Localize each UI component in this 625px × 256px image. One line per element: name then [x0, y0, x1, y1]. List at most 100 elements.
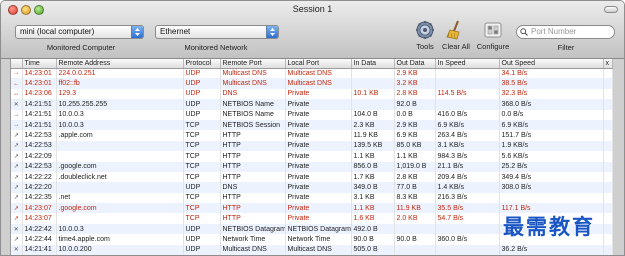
gear-icon	[416, 21, 434, 39]
protocol-cell: UDP	[183, 78, 221, 89]
remote-address-cell: 10.0.0.200	[56, 244, 184, 255]
in-data-cell: 1.1 KB	[351, 203, 395, 214]
remote-port-cell: Multicast DNS	[220, 244, 286, 255]
column-header[interactable]: Time	[22, 59, 57, 69]
protocol-cell: TCP	[183, 130, 221, 141]
direction-icon: ↗	[11, 192, 23, 204]
remote-port-cell: HTTP	[220, 213, 286, 224]
clear-all-button[interactable]: Clear All	[439, 20, 473, 51]
in-speed-cell: 416.0 B/s	[435, 109, 500, 120]
remote-port-cell: DNS	[220, 182, 286, 193]
port-search-placeholder: Port Number	[531, 27, 577, 36]
table-row[interactable]: ↗ 14:22:35 .net TCP HTTP Private 3.1 KB 8.3 KB 2…	[11, 192, 613, 204]
protocol-cell: TCP	[183, 213, 221, 224]
local-port-cell: Private	[285, 140, 352, 152]
tools-label: Tools	[416, 42, 434, 51]
column-header[interactable]: In Data	[351, 59, 395, 69]
close-column-header[interactable]: x	[603, 59, 613, 69]
out-data-cell: 85.0 KB	[394, 140, 436, 152]
in-speed-cell: 1.4 KB/s	[435, 182, 500, 193]
local-port-cell: Private	[285, 119, 352, 131]
direction-icon: ↗	[11, 151, 23, 162]
in-speed-cell	[435, 68, 500, 79]
local-port-cell: Private	[285, 161, 352, 172]
row-spacer	[603, 140, 613, 152]
table-row[interactable]: ↗ 14:22:09 TCP HTTP Private 1.1 KB 1.1 KB 984.3…	[11, 151, 613, 162]
time-cell: 14:23:07	[22, 203, 57, 214]
protocol-cell: TCP	[183, 119, 221, 131]
out-data-cell: 1,019.0 B	[394, 161, 436, 172]
in-data-cell: 3.1 KB	[351, 192, 395, 204]
out-data-cell	[394, 223, 436, 235]
in-speed-cell: 984.3 B/s	[435, 151, 500, 162]
table-row[interactable]: → 14:23:01 224.0.0.251 UDP Multicast DNS Mult…	[11, 68, 613, 79]
computer-label: Monitored Computer	[46, 43, 116, 52]
out-data-cell: 8.3 KB	[394, 192, 436, 204]
out-speed-cell: 25.2 B/s	[499, 161, 604, 172]
table-row[interactable]: ↗ 14:22:53 .google.com TCP HTTP Private 856.0 …	[11, 161, 613, 172]
in-data-cell: 90.0 B	[351, 234, 395, 245]
table-row[interactable]: ↔ 14:23:06 129.3 UDP DNS Private 10.1 KB 2.8 KB…	[11, 88, 613, 100]
remote-port-cell: DNS	[220, 88, 286, 100]
column-header[interactable]: Remote Port	[220, 59, 286, 69]
protocol-cell: TCP	[183, 151, 221, 162]
remote-address-cell: .net	[56, 192, 184, 204]
protocol-cell: TCP	[183, 140, 221, 152]
table-header: Time Remote Address Protocol Remote Port Loc…	[11, 59, 613, 69]
in-data-cell	[351, 99, 395, 110]
column-header[interactable]: Remote Address	[56, 59, 184, 69]
watermark-text: 最需教育	[503, 214, 595, 239]
out-speed-cell: 0.0 B/s	[499, 109, 604, 120]
remote-address-cell: 129.3	[56, 88, 184, 100]
row-spacer	[603, 88, 613, 100]
time-cell: 14:22:35	[22, 192, 57, 204]
computer-select[interactable]: mini (local computer)	[15, 25, 144, 39]
table-row[interactable]: ↗ 14:22:22 .doubleclick.net TCP HTTP Private 1…	[11, 171, 613, 183]
column-header[interactable]: Protocol	[183, 59, 221, 69]
toolbar-toggle-button[interactable]	[604, 6, 618, 13]
table-row[interactable]: → 14:21:51 10.0.0.3 UDP NETBIOS Name Private 1…	[11, 109, 613, 120]
column-header[interactable]: Local Port	[285, 59, 352, 69]
interface-select[interactable]: Ethernet	[155, 25, 279, 39]
port-search-input[interactable]: Port Number	[516, 25, 615, 39]
in-speed-cell: 360.0 B/s	[435, 234, 500, 245]
time-cell: 14:23:07	[22, 213, 57, 224]
out-speed-cell: 38.5 B/s	[499, 78, 604, 89]
table-row[interactable]: → 14:21:51 10.0.0.3 TCP NETBIOS Session Priva…	[11, 119, 613, 131]
column-header[interactable]: Out Data	[394, 59, 436, 69]
local-port-cell: Private	[285, 171, 352, 183]
table-row[interactable]: ↗ 14:22:20 UDP DNS Private 349.0 B 77.0 B 1.4 K…	[11, 182, 613, 193]
in-data-cell: 1.7 KB	[351, 171, 395, 183]
remote-port-cell: HTTP	[220, 192, 286, 204]
time-cell: 14:21:51	[22, 99, 57, 110]
direction-column-header[interactable]	[11, 59, 23, 69]
table-row[interactable]: ✕ 14:21:51 10.255.255.255 UDP NETBIOS Name Pr…	[11, 99, 613, 110]
in-data-cell: 1.6 KB	[351, 213, 395, 224]
in-speed-cell: 35.5 B/s	[435, 203, 500, 214]
out-data-cell: 2.9 KB	[394, 68, 436, 79]
tools-button[interactable]: Tools	[408, 20, 442, 51]
local-port-cell: Private	[285, 182, 352, 193]
remote-address-cell	[56, 140, 184, 152]
direction-icon: ↗	[11, 213, 23, 224]
remote-port-cell: HTTP	[220, 161, 286, 172]
remote-address-cell	[56, 213, 184, 224]
protocol-cell: TCP	[183, 203, 221, 214]
table-row[interactable]: ← 14:23:01 ff02::fb UDP Multicast DNS Multica…	[11, 78, 613, 89]
table-row[interactable]: ✕ 14:21:41 10.0.0.200 UDP Multicast DNS Multi…	[11, 244, 613, 255]
direction-icon: ↗	[11, 130, 23, 141]
in-speed-cell: 54.7 B/s	[435, 213, 500, 224]
remote-address-cell: ff02::fb	[56, 78, 184, 89]
out-speed-cell: 349.4 B/s	[499, 171, 604, 183]
configure-button[interactable]: Configure	[476, 20, 510, 51]
local-port-cell: NETBIOS Datagram	[285, 223, 352, 235]
local-port-cell: Private	[285, 203, 352, 214]
row-spacer	[603, 99, 613, 110]
column-header[interactable]: In Speed	[435, 59, 500, 69]
direction-icon: ↗	[11, 182, 23, 193]
table-row[interactable]: ↗ 14:22:53 .apple.com TCP HTTP Private 11.9 KB…	[11, 130, 613, 141]
in-data-cell: 11.9 KB	[351, 130, 395, 141]
table-row[interactable]: ↗ 14:22:53 TCP HTTP Private 139.5 KB 85.0 KB 3.…	[11, 140, 613, 152]
remote-port-cell: HTTP	[220, 130, 286, 141]
column-header[interactable]: Out Speed	[499, 59, 604, 69]
